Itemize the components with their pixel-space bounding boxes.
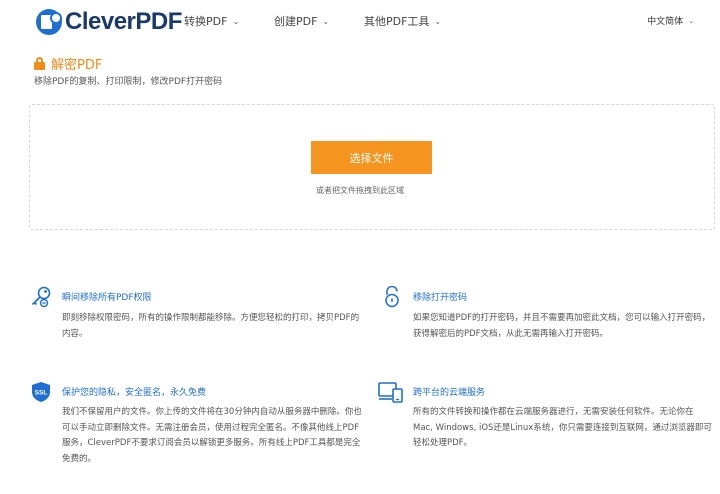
nav-convert-pdf[interactable]: 转换PDF ⌄ [184, 13, 239, 29]
nav-create-pdf[interactable]: 创建PDF ⌄ [274, 13, 329, 29]
drop-hint: 或者把文件拖拽到此区域 [316, 186, 404, 195]
key-icon [31, 286, 51, 308]
language-selector[interactable]: 中文简体 ⌄ [647, 14, 694, 28]
chevron-down-icon: ⌄ [434, 16, 442, 26]
language-label: 中文简体 [647, 17, 684, 27]
feature-desc-cloud-service: 所有的文件转换和操作都在云端服务器进行，无需安装任何软件。无论你在Mac, Wi… [413, 407, 712, 448]
page-subtitle: 移除PDF的复制、打印限制，修改PDF打开密码 [34, 77, 223, 87]
logo-icon [36, 9, 62, 35]
chevron-down-icon: ⌄ [688, 16, 694, 25]
chevron-down-icon: ⌄ [322, 16, 330, 26]
feature-title-remove-open-password: 移除打开密码 [413, 293, 468, 303]
unlock-icon [385, 286, 399, 308]
lock-icon [34, 57, 45, 70]
feature-title-cloud-service: 跨平台的云端服务 [413, 388, 486, 398]
page-title: 解密PDF [34, 54, 102, 73]
page-title-text: 解密PDF [51, 58, 103, 73]
ssl-shield-icon: SSL [32, 382, 50, 402]
feature-desc-remove-permissions: 即刻移除权限密码，所有的操作限制都能移除。方便您轻松的打印，拷贝PDF的内容。 [62, 313, 360, 339]
feature-title-privacy: 保护您的隐私，安全匿名，永久免费 [62, 388, 207, 398]
logo-text: CleverPDF [65, 8, 182, 35]
top-header: CleverPDF 转换PDF ⌄ 创建PDF ⌄ 其他PDF工具 ⌄ 中文简体… [0, 0, 720, 44]
chevron-down-icon: ⌄ [232, 16, 240, 26]
feature-desc-remove-open-password: 如果您知道PDF的打开密码，并且不需要再加密此文档，您可以输入打开密码，获得解密… [413, 313, 711, 339]
nav-label: 创建PDF [274, 15, 318, 28]
nav-label: 其他PDF工具 [364, 15, 430, 28]
nav-label: 转换PDF [184, 15, 228, 28]
cleverpdf-logo[interactable]: CleverPDF [36, 6, 182, 38]
nav-other-pdf-tools[interactable]: 其他PDF工具 ⌄ [364, 13, 441, 29]
feature-desc-privacy: 我们不保留用户的文件。你上传的文件将在30分钟内自动从服务器中删除。你也可以手动… [62, 407, 362, 464]
devices-icon [378, 382, 403, 403]
feature-title-remove-permissions: 瞬间移除所有PDF权限 [62, 293, 152, 303]
svg-text:SSL: SSL [35, 390, 48, 397]
select-file-button[interactable]: 选择文件 [311, 141, 432, 174]
